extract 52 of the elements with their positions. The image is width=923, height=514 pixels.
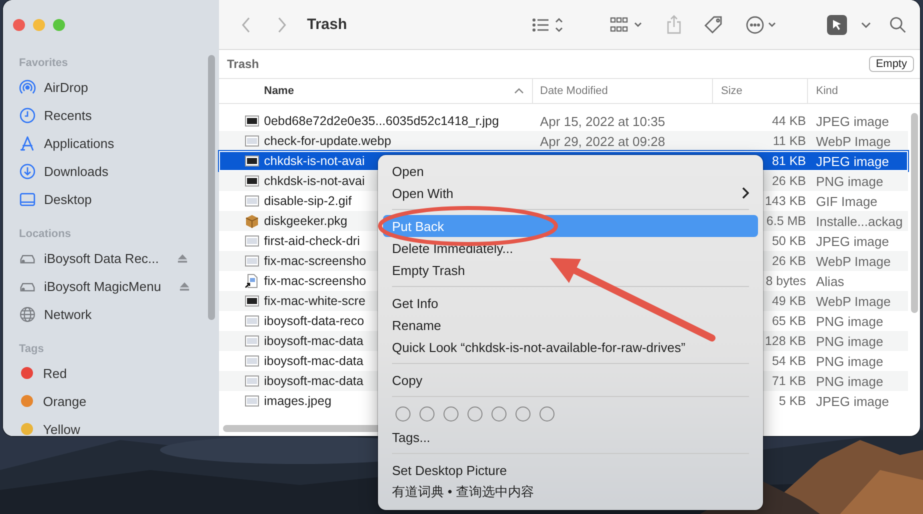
file-size: 49 KB [772,294,806,308]
file-name: iboysoft-mac-data [264,354,364,368]
file-size: 8 bytes [766,274,806,288]
file-kind: PNG image [816,314,884,328]
file-kind: JPEG image [816,154,889,168]
file-size: 11 KB [772,134,806,148]
file-name: iboysoft-mac-data [264,334,364,348]
file-size: 5 KB [778,394,806,408]
date-modified: Apr 15, 2022 at 10:35 [540,114,666,128]
file-kind: JPEG image [816,394,889,408]
file-name: chkdsk-is-not-avai [264,174,365,188]
file-kind: Alias [816,274,844,288]
file-kind: PNG image [816,374,884,388]
path-label: Trash [227,57,260,71]
file-size: 44 KB [772,114,806,128]
file-name: disable-sip-2.gif [264,194,352,208]
file-kind: JPEG image [816,114,889,128]
file-name: diskgeeker.pkg [264,214,348,228]
date-modified: Apr 29, 2022 at 09:28 [540,134,666,148]
file-size: 128 KB [764,334,806,348]
file-name: chkdsk-is-not-avai [264,154,365,168]
file-kind: WebP Image [816,134,891,148]
file-size: 26 KB [772,174,806,188]
file-name: iboysoft-mac-data [264,374,364,388]
file-kind: Installe...ackag [816,214,903,228]
file-name: 0ebd68e72d2e0e35...6035d52c1418_r.jpg [264,114,499,128]
file-size: 81 KB [772,154,806,168]
file-name: first-aid-check-dri [264,234,360,248]
file-name: fix-mac-screensho [264,254,366,268]
file-name: iboysoft-data-reco [264,314,364,328]
file-name: fix-mac-screensho [264,274,366,288]
file-size: 143 KB [764,194,806,208]
file-size: 65 KB [772,314,806,328]
file-kind: WebP Image [816,254,891,268]
file-kind: PNG image [816,174,884,188]
section-heading: Locations [19,227,72,242]
file-size: 6.5 MB [766,214,806,228]
file-size: 54 KB [772,354,806,368]
file-kind: JPEG image [816,234,889,248]
section-heading: Favorites [19,56,69,71]
file-kind: GIF Image [816,194,878,208]
file-name: check-for-update.webp [264,134,392,148]
file-name: fix-mac-white-scre [264,294,366,308]
file-size: 26 KB [772,254,806,268]
file-size: 50 KB [772,234,806,248]
window-title: Trash [307,16,348,33]
file-name: images.jpeg [264,394,332,408]
file-size: 71 KB [772,374,806,388]
file-kind: PNG image [816,354,884,368]
section-heading: Tags [19,342,45,357]
file-kind: WebP Image [816,294,891,308]
file-kind: PNG image [816,334,884,348]
